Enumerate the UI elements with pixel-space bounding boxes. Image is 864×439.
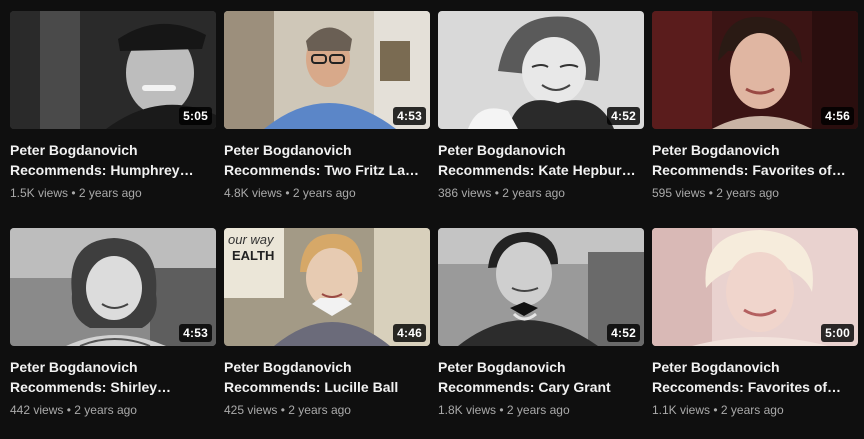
separator: • xyxy=(494,186,499,200)
video-thumbnail[interactable]: 4:53 xyxy=(10,228,216,346)
video-card[interactable]: 5:00 Peter Bogdanovich Reccomends: Favor… xyxy=(652,228,858,418)
video-title[interactable]: Peter Bogdanovich Recommends: Two Fritz … xyxy=(224,140,424,180)
separator: • xyxy=(285,186,290,200)
video-card[interactable]: our way EALTH 4:46 Peter Bogdanovich Rec… xyxy=(224,228,430,418)
separator: • xyxy=(713,403,718,417)
separator: • xyxy=(71,186,76,200)
video-meta: 386 views • 2 years ago xyxy=(438,185,644,201)
sign-text: EALTH xyxy=(232,248,274,263)
view-count: 595 views xyxy=(652,186,706,200)
video-card[interactable]: 4:52 Peter Bogdanovich Recommends: Kate … xyxy=(438,11,644,201)
view-count: 442 views xyxy=(10,403,64,417)
video-card[interactable]: 4:53 Peter Bogdanovich Recommends: Two F… xyxy=(224,11,430,201)
video-meta: 1.8K views • 2 years ago xyxy=(438,402,644,418)
duration-badge: 4:52 xyxy=(607,324,640,342)
upload-age: 2 years ago xyxy=(74,403,137,417)
video-card[interactable]: 4:56 Peter Bogdanovich Recommends: Favor… xyxy=(652,11,858,201)
duration-badge: 4:56 xyxy=(821,107,854,125)
video-thumbnail[interactable]: 4:52 xyxy=(438,11,644,129)
video-card[interactable]: 5:05 Peter Bogdanovich Recommends: Humph… xyxy=(10,11,216,201)
view-count: 386 views xyxy=(438,186,492,200)
duration-badge: 4:52 xyxy=(607,107,640,125)
video-thumbnail[interactable]: 4:53 xyxy=(224,11,430,129)
view-count: 1.1K views xyxy=(652,403,711,417)
video-title[interactable]: Peter Bogdanovich Recommends: Cary Grant xyxy=(438,357,638,397)
upload-age: 2 years ago xyxy=(502,186,565,200)
video-meta: 442 views • 2 years ago xyxy=(10,402,216,418)
video-grid: 5:05 Peter Bogdanovich Recommends: Humph… xyxy=(0,0,864,439)
poster-text: our way xyxy=(228,232,275,247)
video-card[interactable]: 4:53 Peter Bogdanovich Recommends: Shirl… xyxy=(10,228,216,418)
video-meta: 595 views • 2 years ago xyxy=(652,185,858,201)
video-card[interactable]: 4:52 Peter Bogdanovich Recommends: Cary … xyxy=(438,228,644,418)
duration-badge: 4:53 xyxy=(393,107,426,125)
upload-age: 2 years ago xyxy=(716,186,779,200)
video-meta: 1.5K views • 2 years ago xyxy=(10,185,216,201)
video-meta: 1.1K views • 2 years ago xyxy=(652,402,858,418)
separator: • xyxy=(66,403,71,417)
separator: • xyxy=(708,186,713,200)
video-title[interactable]: Peter Bogdanovich Recommends: Lucille Ba… xyxy=(224,357,424,397)
upload-age: 2 years ago xyxy=(292,186,356,200)
upload-age: 2 years ago xyxy=(720,403,784,417)
separator: • xyxy=(280,403,285,417)
view-count: 4.8K views xyxy=(224,186,283,200)
video-thumbnail[interactable]: 4:52 xyxy=(438,228,644,346)
video-title[interactable]: Peter Bogdanovich Reccomends: Favorites … xyxy=(652,357,852,397)
duration-badge: 4:46 xyxy=(393,324,426,342)
view-count: 1.8K views xyxy=(438,403,497,417)
video-thumbnail[interactable]: 5:05 xyxy=(10,11,216,129)
video-thumbnail[interactable]: 4:56 xyxy=(652,11,858,129)
video-title[interactable]: Peter Bogdanovich Recommends: Favorites … xyxy=(652,140,852,180)
duration-badge: 5:05 xyxy=(179,107,212,125)
duration-badge: 5:00 xyxy=(821,324,854,342)
video-title[interactable]: Peter Bogdanovich Recommends: Kate Hepbu… xyxy=(438,140,638,180)
video-meta: 4.8K views • 2 years ago xyxy=(224,185,430,201)
upload-age: 2 years ago xyxy=(288,403,351,417)
video-title[interactable]: Peter Bogdanovich Recommends: Humphrey… xyxy=(10,140,210,180)
video-thumbnail[interactable]: 5:00 xyxy=(652,228,858,346)
separator: • xyxy=(499,403,504,417)
view-count: 425 views xyxy=(224,403,278,417)
video-title[interactable]: Peter Bogdanovich Recommends: Shirley… xyxy=(10,357,210,397)
upload-age: 2 years ago xyxy=(78,186,142,200)
video-thumbnail[interactable]: our way EALTH 4:46 xyxy=(224,228,430,346)
duration-badge: 4:53 xyxy=(179,324,212,342)
upload-age: 2 years ago xyxy=(506,403,570,417)
view-count: 1.5K views xyxy=(10,186,69,200)
video-meta: 425 views • 2 years ago xyxy=(224,402,430,418)
